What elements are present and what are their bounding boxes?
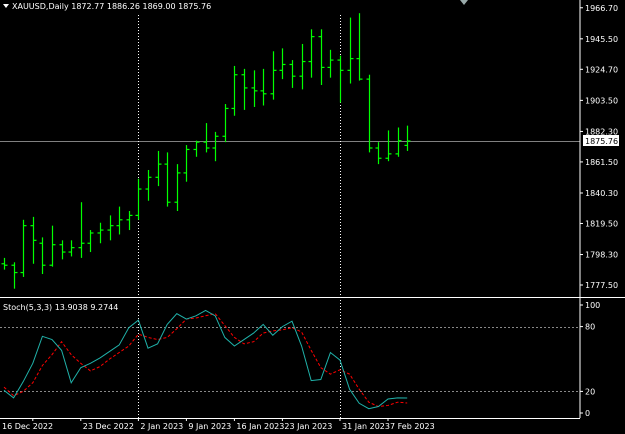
symbol-ohlc-title: XAUUSD,Daily 1872.77 1886.26 1869.00 187… — [12, 2, 211, 11]
ohlc-bar[interactable] — [222, 104, 229, 143]
ohlc-bar[interactable] — [251, 70, 258, 107]
ohlc-bar[interactable] — [356, 13, 363, 81]
current-price-label: 1875.76 — [585, 137, 618, 146]
ohlc-bar[interactable] — [78, 202, 85, 258]
collapse-triangle-icon[interactable] — [3, 4, 9, 8]
ohlc-bar[interactable] — [68, 240, 75, 257]
ohlc-bar[interactable] — [193, 140, 200, 157]
ohlc-bar[interactable] — [337, 55, 344, 103]
stoch-tick-label: 100 — [585, 301, 600, 310]
ohlc-bar[interactable] — [299, 43, 306, 90]
main-title: XAUUSD,Daily 1872.77 1886.26 1869.00 187… — [3, 2, 211, 11]
ohlc-bar[interactable] — [164, 152, 171, 207]
ohlc-bar[interactable] — [183, 145, 190, 182]
ohlc-bar[interactable] — [126, 211, 133, 231]
ohlc-bar[interactable] — [308, 29, 315, 78]
chart-shift-marker-icon[interactable] — [460, 0, 468, 5]
date-tick-label: 16 Dec 2022 — [2, 422, 53, 431]
ohlc-bar[interactable] — [385, 130, 392, 162]
ohlc-bar[interactable] — [327, 49, 334, 78]
price-tick-label: 1777.50 — [585, 281, 618, 290]
ohlc-bar[interactable] — [375, 142, 382, 165]
stochastic-title: Stoch(5,3,3) 13.9038 9.2744 — [3, 303, 118, 312]
ohlc-bar[interactable] — [155, 150, 162, 187]
ohlc-bar[interactable] — [97, 222, 104, 244]
ohlc-bar[interactable] — [20, 219, 27, 277]
ohlc-bar[interactable] — [279, 48, 286, 80]
price-tick-label: 1945.50 — [585, 35, 618, 44]
ohlc-bar[interactable] — [366, 74, 373, 153]
ohlc-bar[interactable] — [289, 60, 296, 88]
ohlc-bar[interactable] — [135, 178, 142, 220]
price-tick-label: 1924.70 — [585, 65, 618, 74]
ohlc-bar[interactable] — [174, 164, 181, 212]
ohlc-bar[interactable] — [87, 230, 94, 253]
date-tick-label: 23 Dec 2022 — [83, 422, 134, 431]
ohlc-bar[interactable] — [231, 65, 238, 116]
ohlc-bar[interactable] — [30, 216, 37, 264]
ohlc-bar[interactable] — [107, 215, 114, 241]
date-tick-label: 7 Feb 2023 — [390, 422, 435, 431]
current-price-tag: 1875.76 — [583, 135, 619, 146]
price-tick-label: 1966.70 — [585, 4, 618, 13]
ohlc-bars — [1, 13, 411, 289]
price-tick-label: 1840.30 — [585, 189, 618, 198]
ohlc-bar[interactable] — [145, 169, 152, 201]
ohlc-bar[interactable] — [11, 262, 18, 289]
ohlc-bar[interactable] — [1, 257, 8, 270]
ohlc-bar[interactable] — [116, 206, 123, 235]
ohlc-bar[interactable] — [404, 125, 411, 151]
date-tick-label: 9 Jan 2023 — [188, 422, 231, 431]
ohlc-bar[interactable] — [395, 127, 402, 157]
trading-chart[interactable]: 1966.701945.501924.701903.501882.301861.… — [0, 0, 625, 434]
ohlc-bar[interactable] — [212, 131, 219, 162]
ohlc-bar[interactable] — [318, 29, 325, 85]
date-tick-label: 23 Jan 2023 — [284, 422, 332, 431]
price-tick-label: 1798.30 — [585, 251, 618, 260]
ohlc-bar[interactable] — [49, 225, 56, 267]
date-tick-label: 2 Jan 2023 — [140, 422, 183, 431]
stochastic-lines — [3, 309, 408, 410]
stoch-tick-label: 0 — [585, 409, 590, 418]
ohlc-bar[interactable] — [59, 240, 66, 260]
ohlc-bar[interactable] — [260, 68, 267, 106]
ohlc-bar[interactable] — [270, 51, 277, 100]
ohlc-bar[interactable] — [203, 123, 210, 153]
ohlc-bar[interactable] — [241, 68, 248, 110]
ohlc-bar[interactable] — [39, 237, 46, 275]
date-tick-label: 16 Jan 2023 — [236, 422, 284, 431]
price-tick-label: 1903.50 — [585, 96, 618, 105]
ohlc-bar[interactable] — [347, 17, 354, 84]
price-tick-label: 1861.50 — [585, 158, 618, 167]
stoch-main-line — [3, 309, 408, 410]
stoch-tick-label: 80 — [585, 323, 595, 332]
price-tick-label: 1819.50 — [585, 219, 618, 228]
date-tick-label: 31 Jan 2023 — [342, 422, 390, 431]
stoch-tick-label: 20 — [585, 387, 595, 396]
